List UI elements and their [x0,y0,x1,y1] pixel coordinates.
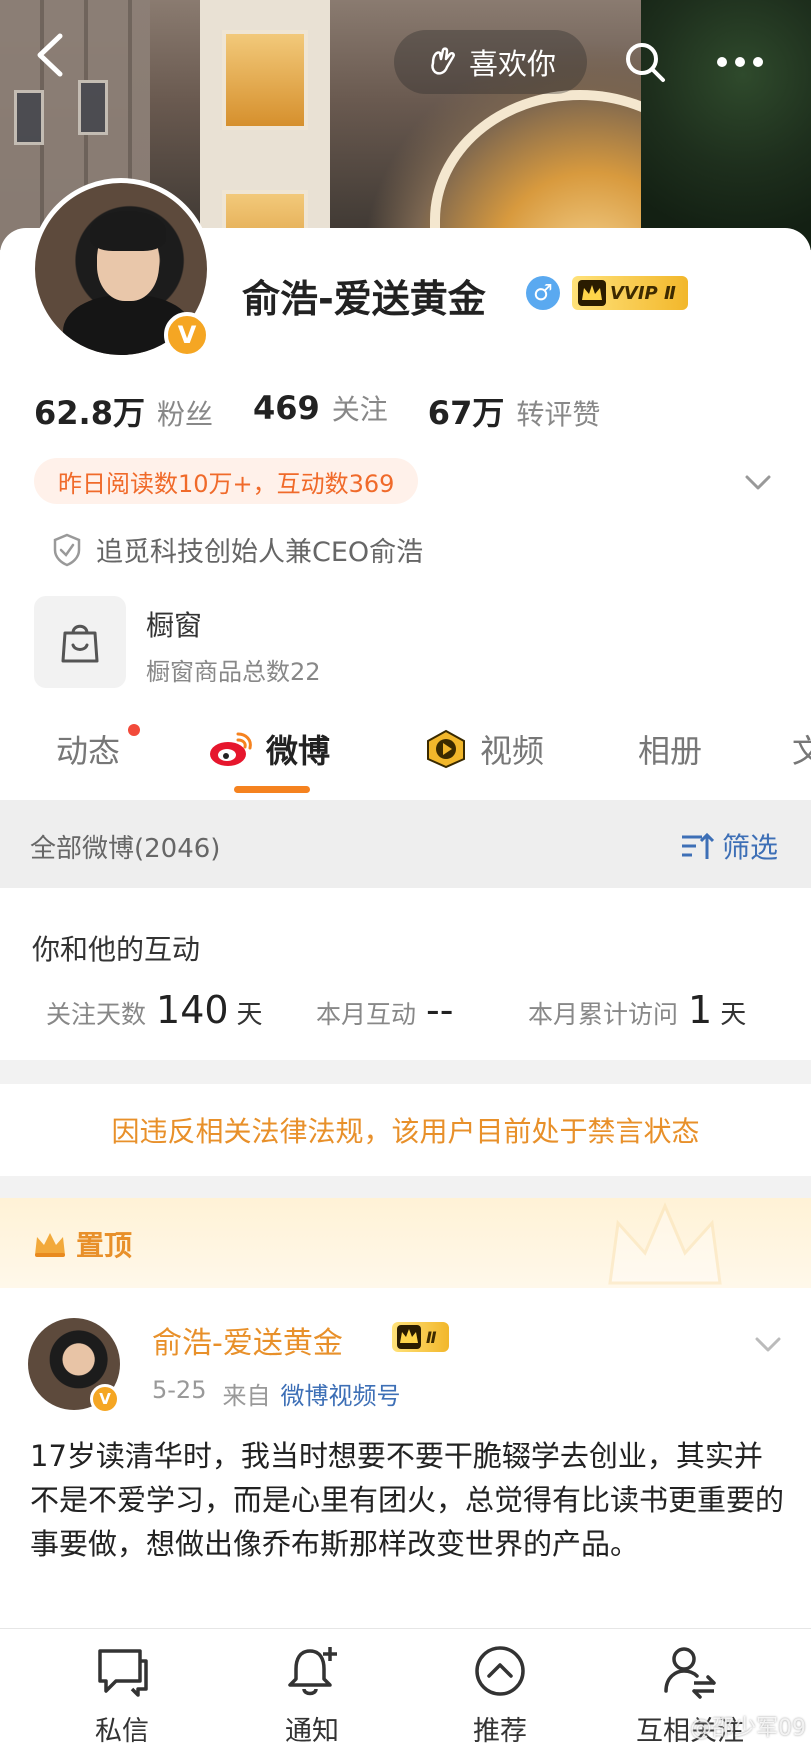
search-icon[interactable] [623,40,667,84]
tab-album[interactable]: 相册 [638,726,702,772]
new-dot-badge [128,724,140,736]
shield-check-icon [53,533,81,566]
like-hand-icon [431,47,455,75]
chevron-down-icon[interactable] [742,466,774,498]
verified-v-badge: V [164,312,210,358]
stat-fans[interactable]: 62.8万 粉丝 [34,388,213,434]
decorative-crown-icon [608,1202,722,1285]
tab-feed[interactable]: 动态 [56,726,120,772]
shop-window-icon-box[interactable] [34,596,126,688]
interaction-month: 本月互动 -- [316,988,454,1032]
male-gender-icon: ♂ [526,276,560,310]
like-you-label: 喜欢你 [468,47,556,81]
post-source-link[interactable]: 微博视频号 [280,1376,400,1411]
profile-username: 俞浩-爱送黄金 [242,277,486,321]
pinned-label: 置顶 [32,1224,132,1264]
crown-icon [578,280,606,306]
filter-button[interactable]: 筛选 [680,826,778,866]
active-tab-indicator [234,786,310,793]
stat-interactions[interactable]: 67万 转评赞 [428,388,601,434]
filter-bar: 全部微博(2046) 筛选 [0,800,811,888]
tab-weibo[interactable]: 微博 [208,726,330,772]
mutual-follow-icon [664,1647,716,1699]
video-play-icon [427,729,465,769]
tab-article[interactable]: 文 [792,726,811,772]
post-author-name[interactable]: 俞浩-爱送黄金 [152,1318,343,1362]
vvip-badge[interactable]: VVIP Ⅱ [572,276,688,310]
stat-following[interactable]: 469 关注 [253,388,388,434]
interaction-title: 你和他的互动 [32,933,201,966]
post-meta: 5-25 来自 微博视频号 [152,1376,400,1411]
watermark: @邵少军09 [690,1716,806,1741]
cover-trees [641,0,811,250]
interaction-visits: 本月累计访问 1 天 [528,988,747,1032]
message-button[interactable]: 私信 [62,1643,182,1748]
pinned-crown-icon [35,1233,65,1257]
tab-video[interactable]: 视频 [424,726,544,772]
interaction-panel: 你和他的互动 关注天数 140 天 本月互动 -- 本月累计访问 1 天 [0,888,811,1060]
profile-tabs: 动态 微博 视频 相册 文 [0,700,811,800]
profile-stats: 62.8万 粉丝 469 关注 67万 转评赞 [34,388,640,434]
post-text: 17岁读清华时，我当时想要不要干脆辍学去创业，其实并不是不爱学习，而是心里有团火… [30,1439,785,1561]
more-icon[interactable] [712,40,768,84]
recommend-button[interactable]: 推荐 [440,1643,560,1748]
recommend-icon [475,1646,525,1696]
post-from: 来自 [222,1382,271,1410]
post-verified-badge: V [90,1384,120,1414]
pinned-post[interactable]: V 俞浩-爱送黄金 Ⅱ 5-25 来自 微博视频号 17岁读清华时，我当时想要不… [0,1288,811,1628]
ban-notice: 因违反相关法律法规，该用户目前处于禁言状态 [0,1084,811,1176]
pinned-header: 置顶 [0,1198,811,1288]
weibo-logo-icon [210,732,252,766]
message-icon [98,1649,148,1697]
read-stats-pill[interactable]: 昨日阅读数10万+，互动数369 [34,458,419,504]
all-weibo-count: 全部微博(2046) [30,834,221,864]
verified-text: 追觅科技创始人兼CEO俞浩 [96,537,424,568]
filter-sort-icon [682,832,714,859]
post-date: 5-25 [152,1376,207,1404]
bell-plus-icon [288,1647,337,1696]
interaction-follow-days: 关注天数 140 天 [46,988,263,1032]
cover-tower [200,0,330,250]
post-vip-badge[interactable]: Ⅱ [392,1322,449,1352]
shop-window-count: 橱窗商品总数22 [146,658,321,686]
verified-info-row: 追觅科技创始人兼CEO俞浩 [52,530,423,569]
post-menu-chevron-icon[interactable] [752,1328,784,1360]
shopping-bag-icon [61,624,99,663]
notify-button[interactable]: 通知 [252,1643,372,1748]
back-icon[interactable] [28,30,72,80]
shop-window-title[interactable]: 橱窗 [146,604,202,644]
like-you-button[interactable]: 喜欢你 [394,30,587,94]
crown-icon [397,1325,421,1349]
